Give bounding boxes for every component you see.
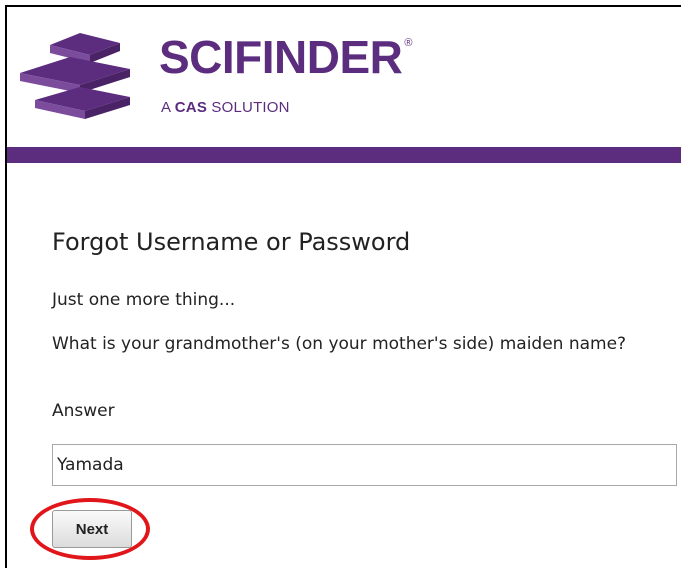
intro-text: Just one more thing... (52, 290, 236, 310)
next-button[interactable]: Next (52, 510, 132, 548)
registered-mark: ® (404, 37, 413, 49)
answer-input[interactable] (52, 444, 677, 486)
page-frame: SCIFINDER ® A CAS SOLUTION Forgot Usernam… (5, 5, 681, 568)
brand-tagline: A CAS SOLUTION (161, 99, 290, 116)
page-title: Forgot Username or Password (52, 228, 411, 256)
header-divider-bar (7, 147, 681, 163)
answer-label: Answer (52, 401, 115, 421)
header: SCIFINDER ® A CAS SOLUTION (7, 7, 681, 147)
brand-name: SCIFINDER ® (159, 31, 413, 83)
scifinder-logo-icon (20, 33, 130, 119)
security-question: What is your grandmother's (on your moth… (52, 334, 627, 354)
